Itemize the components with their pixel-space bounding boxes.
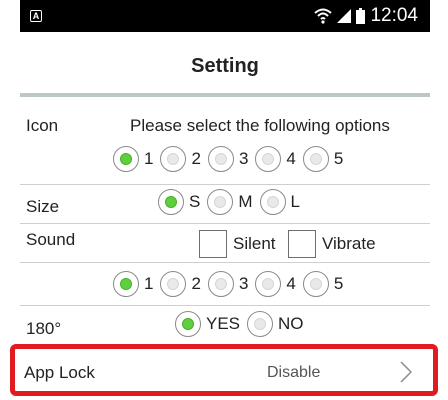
row-divider bbox=[20, 223, 430, 224]
icon-option-4[interactable]: 4 bbox=[255, 146, 296, 172]
status-time: 12:04 bbox=[370, 5, 418, 26]
sound-option-2[interactable]: 2 bbox=[160, 271, 201, 297]
rotation-label: 180° bbox=[26, 319, 62, 338]
sound-radio-group: 1 2 3 4 5 bbox=[113, 271, 350, 297]
icon-option-1[interactable]: 1 bbox=[113, 146, 153, 172]
rotation-option-no[interactable]: NO bbox=[247, 311, 304, 337]
size-option-l[interactable]: L bbox=[259, 189, 300, 215]
row-divider bbox=[20, 305, 430, 306]
row-divider bbox=[20, 184, 430, 185]
icon-option-2[interactable]: 2 bbox=[160, 146, 201, 172]
icon-label: Icon bbox=[26, 116, 59, 135]
size-label: Size bbox=[26, 197, 60, 216]
battery-icon bbox=[356, 8, 366, 24]
row-divider bbox=[20, 262, 430, 263]
sound-option-1[interactable]: 1 bbox=[113, 271, 153, 297]
sound-option-3[interactable]: 3 bbox=[207, 271, 248, 297]
chevron-right-icon bbox=[400, 361, 413, 388]
wifi-icon bbox=[314, 8, 333, 24]
silent-checkbox[interactable]: Silent bbox=[199, 230, 276, 258]
icon-radio-group: 1 2 3 4 5 bbox=[113, 146, 350, 172]
rotation-option-yes[interactable]: YES bbox=[175, 311, 240, 337]
signal-icon bbox=[337, 9, 352, 23]
vibrate-checkbox[interactable]: Vibrate bbox=[288, 230, 376, 258]
size-option-m[interactable]: M bbox=[207, 189, 253, 215]
app-notification-icon: A bbox=[30, 10, 42, 22]
icon-hint: Please select the following options bbox=[130, 116, 390, 135]
icon-option-5[interactable]: 5 bbox=[302, 146, 343, 172]
status-bar: A 12:04 bbox=[20, 0, 430, 32]
sound-option-4[interactable]: 4 bbox=[255, 271, 296, 297]
sound-option-5[interactable]: 5 bbox=[302, 271, 343, 297]
status-icons: 12:04 bbox=[314, 5, 418, 27]
app-lock-value: Disable bbox=[267, 364, 321, 381]
app-lock-label: App Lock bbox=[24, 363, 95, 382]
title-divider bbox=[20, 93, 430, 97]
icon-option-3[interactable]: 3 bbox=[207, 146, 248, 172]
page-title: Setting bbox=[191, 55, 259, 77]
silent-checkbox-box bbox=[199, 230, 227, 258]
vibrate-checkbox-box bbox=[288, 230, 316, 258]
size-radio-group: S M L bbox=[158, 189, 307, 215]
size-option-s[interactable]: S bbox=[158, 189, 200, 215]
sound-label: Sound bbox=[26, 230, 76, 249]
rotation-radio-group: YES NO bbox=[175, 311, 311, 337]
